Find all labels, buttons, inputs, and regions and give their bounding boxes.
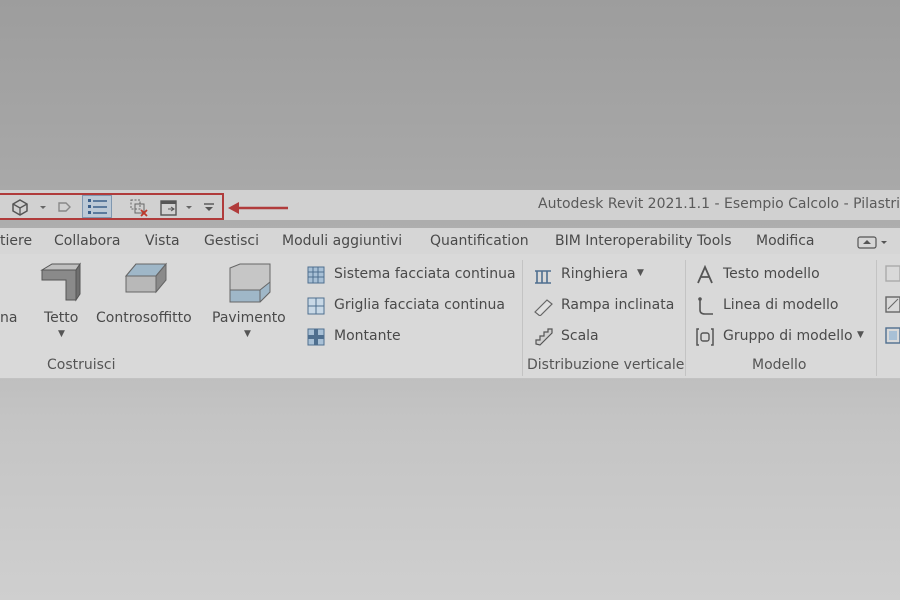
floor-label: Pavimento — [212, 310, 286, 326]
curtain-grid-label: Griglia facciata continua — [334, 297, 505, 313]
mullion-button[interactable]: Montante — [306, 326, 446, 348]
curtain-grid-icon — [307, 297, 325, 315]
model-group-icon — [696, 328, 714, 346]
panel-separator — [876, 260, 877, 376]
model-text-label: Testo modello — [723, 266, 820, 282]
panel-title-costruisci[interactable]: Costruisci — [47, 357, 116, 373]
window-title: Autodesk Revit 2021.1.1 - Esempio Calcol… — [538, 196, 900, 212]
chevron-down-icon[interactable]: ▼ — [58, 329, 65, 339]
room-icon[interactable] — [884, 264, 900, 284]
tab-modifica[interactable]: Modifica — [756, 233, 815, 249]
dropdown-arrow-icon[interactable] — [184, 197, 194, 217]
3d-view-icon[interactable] — [10, 197, 30, 217]
model-line-button[interactable]: Linea di modello — [695, 295, 845, 317]
chevron-down-icon[interactable]: ▼ — [857, 330, 864, 340]
curtain-grid-button[interactable]: Griglia facciata continua — [306, 295, 516, 317]
panel-title-distribuzione-verticale[interactable]: Distribuzione verticale — [527, 357, 684, 373]
floor-icon — [229, 263, 271, 303]
ribbon-panel-area: na Tetto ▼ Controsoffitto Pavimento ▼ Si… — [0, 254, 900, 379]
model-group-label: Gruppo di modello — [723, 328, 853, 344]
ceiling-label: Controsoffitto — [96, 310, 192, 326]
roof-label: Tetto — [44, 310, 79, 326]
curtain-system-label: Sistema facciata continua — [334, 266, 516, 282]
panel-separator — [685, 260, 686, 376]
thin-lines-button[interactable] — [82, 195, 112, 218]
model-text-icon — [697, 265, 713, 284]
model-group-button[interactable]: Gruppo di modello ▼ — [695, 326, 870, 348]
tab-cantiere[interactable]: tiere — [0, 233, 32, 249]
railing-button[interactable]: Ringhiera ▼ — [533, 264, 653, 286]
stair-label: Scala — [561, 328, 599, 344]
tab-moduli-aggiuntivi[interactable]: Moduli aggiuntivi — [282, 233, 402, 249]
ramp-icon — [534, 299, 553, 316]
area-icon[interactable] — [884, 326, 900, 346]
tab-gestisci[interactable]: Gestisci — [204, 233, 259, 249]
close-hidden-windows-icon[interactable] — [128, 197, 150, 217]
model-text-button[interactable]: Testo modello — [695, 264, 825, 286]
ramp-button[interactable]: Rampa inclinata — [533, 295, 678, 317]
tab-quantification[interactable]: Quantification — [430, 233, 529, 249]
ramp-label: Rampa inclinata — [561, 297, 675, 313]
chevron-down-icon[interactable]: ▼ — [244, 329, 251, 339]
stair-button[interactable]: Scala — [533, 326, 633, 348]
model-line-label: Linea di modello — [723, 297, 839, 313]
tag-icon[interactable] — [54, 197, 74, 217]
panel-title-modello[interactable]: Modello — [752, 357, 807, 373]
quick-access-toolbar — [0, 193, 224, 220]
customize-toolbar-icon[interactable] — [202, 197, 216, 217]
dropdown-arrow-icon[interactable] — [38, 197, 48, 217]
railing-icon — [535, 270, 551, 284]
curtain-system-button[interactable]: Sistema facciata continua — [306, 264, 516, 286]
roof-icon — [40, 262, 81, 302]
tab-bim-interoperability[interactable]: BIM Interoperability Tools — [555, 233, 731, 249]
chevron-down-icon[interactable]: ▼ — [637, 268, 644, 278]
tab-collabora[interactable]: Collabora — [54, 233, 121, 249]
panel-separator — [522, 260, 523, 376]
ribbon-tab-bar: tiere Collabora Vista Gestisci Moduli ag… — [0, 228, 900, 254]
switch-windows-icon[interactable] — [158, 197, 182, 217]
thin-lines-icon — [88, 199, 107, 214]
railing-label: Ringhiera — [561, 266, 629, 282]
room-separator-icon[interactable] — [884, 295, 900, 315]
annotation-arrow-icon — [228, 202, 288, 214]
partial-button-label[interactable]: na — [0, 310, 17, 326]
mullion-label: Montante — [334, 328, 401, 344]
mullion-icon — [307, 328, 325, 346]
ceiling-icon — [124, 262, 168, 294]
curtain-system-icon — [307, 266, 325, 284]
model-line-icon — [698, 297, 713, 315]
tab-vista[interactable]: Vista — [145, 233, 180, 249]
ribbon-minimize-icon[interactable] — [856, 234, 892, 250]
stair-icon — [535, 328, 553, 346]
